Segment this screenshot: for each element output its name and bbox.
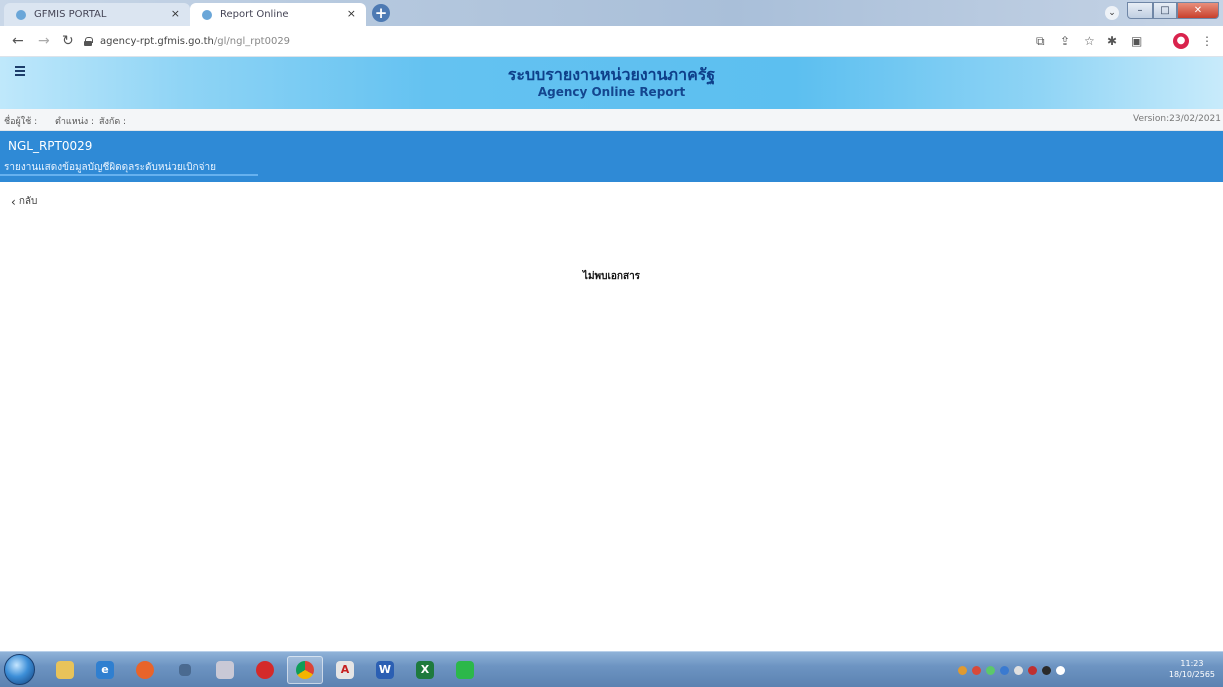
tab-report-online[interactable]: Report Online × <box>190 3 366 26</box>
close-tab-icon[interactable]: × <box>347 7 356 20</box>
clock-date: 18/10/2565 <box>1168 670 1215 679</box>
url-field[interactable]: agency-rpt.gfmis.go.th/gl/ngl_rpt0029 <box>84 31 1019 51</box>
back-link-label: กลับ <box>18 196 38 207</box>
site-subtitle: Agency Online Report <box>537 85 686 99</box>
profile-icon[interactable]: ● <box>1173 33 1189 49</box>
extensions-icon[interactable]: ✱ <box>1107 34 1117 48</box>
taskbar: e A W X 11:23 18/10/2565 <box>0 651 1223 687</box>
window-controls: ⌄ – □ ✕ <box>1105 2 1219 20</box>
tray-icon[interactable] <box>958 665 967 675</box>
taskbar-paint[interactable] <box>207 656 243 684</box>
forward-arrow-icon[interactable]: → <box>38 33 50 49</box>
taskbar-excel[interactable]: X <box>407 656 443 684</box>
tray-icon[interactable] <box>1000 665 1009 675</box>
taskbar-explorer[interactable] <box>47 656 83 684</box>
tray-icon[interactable] <box>986 665 995 675</box>
tray-icon[interactable] <box>972 665 981 675</box>
chevron-left-icon: ‹ <box>11 194 16 209</box>
tray-icon[interactable] <box>1014 665 1023 675</box>
tab-label: GFMIS PORTAL <box>34 9 107 20</box>
user-label: ชื่อผู้ใช้ : <box>4 117 38 127</box>
volume-icon[interactable] <box>1042 665 1051 675</box>
bookmark-star-icon[interactable]: ☆ <box>1084 34 1095 48</box>
taskbar-opera[interactable] <box>247 656 283 684</box>
close-tab-icon[interactable]: × <box>171 7 180 20</box>
position-label: ตำแหน่ง : <box>55 117 95 127</box>
url-host: agency-rpt.gfmis.go.th <box>100 35 214 47</box>
taskbar-word[interactable]: W <box>367 656 403 684</box>
maximize-button[interactable]: □ <box>1153 2 1177 19</box>
address-bar: ← → ↻ agency-rpt.gfmis.go.th/gl/ngl_rpt0… <box>0 26 1223 57</box>
report-banner: NGL_RPT0029 รายงานแสดงข้อมูลบัญชีผิดดุลร… <box>0 131 1223 182</box>
excel-icon: X <box>416 661 434 679</box>
user-info-bar: ชื่อผู้ใช้ : ตำแหน่ง : สังกัด : Version:… <box>0 109 1223 131</box>
more-icon[interactable]: ⋮ <box>1201 34 1213 48</box>
window-icon <box>179 664 191 676</box>
paint-icon <box>216 661 234 679</box>
translate-icon[interactable]: ⧉ <box>1036 34 1045 49</box>
affiliation-label: สังกัด : <box>99 117 127 127</box>
browser-tab-bar: GFMIS PORTAL × Report Online × + ⌄ – □ ✕ <box>0 0 1223 26</box>
taskbar-acrobat[interactable]: A <box>327 656 363 684</box>
acrobat-icon: A <box>336 661 354 679</box>
opera-icon <box>256 661 274 679</box>
tray-icon[interactable] <box>1028 665 1037 675</box>
minimize-button[interactable]: – <box>1127 2 1153 19</box>
back-arrow-icon[interactable]: ← <box>12 33 24 49</box>
site-header: ระบบรายงานหน่วยงานภาครัฐ Agency Online R… <box>0 57 1223 109</box>
version-label: Version:23/02/2021 <box>1132 114 1221 124</box>
taskbar-clock[interactable]: 11:23 18/10/2565 <box>1169 658 1215 680</box>
url-path: /gl/ngl_rpt0029 <box>213 35 291 47</box>
reload-icon[interactable]: ↻ <box>62 33 74 49</box>
tab-label: Report Online <box>220 9 289 20</box>
internet-explorer-icon: e <box>96 661 114 679</box>
banner-divider <box>0 174 258 176</box>
taskbar-firefox[interactable] <box>127 656 163 684</box>
report-code: NGL_RPT0029 <box>8 139 93 153</box>
side-panel-icon[interactable]: ▣ <box>1131 34 1142 48</box>
taskbar-line[interactable] <box>447 656 483 684</box>
taskbar-internet-explorer[interactable]: e <box>87 656 123 684</box>
new-tab-button[interactable]: + <box>372 4 390 22</box>
network-icon[interactable] <box>1056 665 1065 675</box>
word-icon: W <box>376 661 394 679</box>
line-icon <box>456 661 474 679</box>
no-documents-message: ไม่พบเอกสาร <box>582 271 641 282</box>
back-link[interactable]: ‹ กลับ <box>11 194 37 209</box>
share-icon[interactable]: ⇪ <box>1060 34 1070 48</box>
tab-search-chevron-icon[interactable]: ⌄ <box>1105 6 1119 20</box>
chrome-icon <box>296 661 314 679</box>
start-button[interactable] <box>4 654 35 685</box>
close-window-button[interactable]: ✕ <box>1177 2 1219 19</box>
site-favicon-icon <box>16 9 26 20</box>
site-favicon-icon <box>202 9 212 20</box>
report-name: รายงานแสดงข้อมูลบัญชีผิดดุลระดับหน่วยเบิ… <box>4 162 216 173</box>
taskbar-chrome[interactable] <box>287 656 323 684</box>
system-tray <box>958 656 1065 684</box>
lock-icon <box>84 36 93 46</box>
folder-icon <box>56 661 74 679</box>
taskbar-window-app[interactable] <box>167 656 203 684</box>
clock-time: 11:23 <box>1180 659 1204 668</box>
tab-gfmis-portal[interactable]: GFMIS PORTAL × <box>4 3 190 26</box>
firefox-icon <box>136 661 154 679</box>
